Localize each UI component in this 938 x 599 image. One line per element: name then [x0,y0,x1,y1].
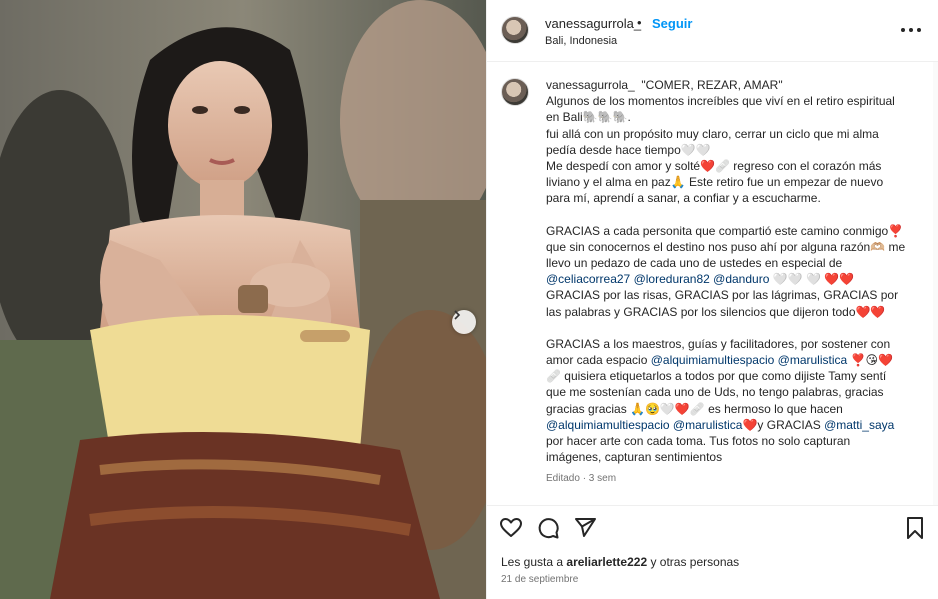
chevron-right-icon [454,310,461,320]
caption-line-3: fui allá con un propósito muy claro, cer… [546,126,879,157]
separator-dot: • [637,15,642,30]
mention-link[interactable]: @danduro [713,272,769,286]
follow-button[interactable]: Seguir [652,16,692,31]
mention-link[interactable]: @celiacorrea27 [546,272,630,286]
caption-paragraph-4: GRACIAS a los maestros, guías y facilita… [546,336,895,465]
caption-line-2: Algunos de los momentos increíbles que v… [546,94,895,125]
post-location[interactable]: Bali, Indonesia [545,35,617,47]
next-image-button[interactable] [452,310,476,334]
caption-meta: Editado · 3 sem [546,473,617,485]
comment-icon[interactable] [536,516,560,540]
scrollbar[interactable] [933,62,938,505]
liked-by-user[interactable]: areliarlette222 [566,555,647,569]
post-header: vanessagurrola_ • Seguir Bali, Indonesia [487,0,938,62]
caption-line-1: "COMER, REZAR, AMAR" [641,78,783,92]
likes-summary[interactable]: Les gusta a areliarlette222 y otras pers… [501,555,739,569]
post-caption: vanessagurrola_ "COMER, REZAR, AMAR" Alg… [546,77,906,488]
heart-icon[interactable] [499,516,523,540]
caption-paragraph-2: GRACIAS a cada personita que compartió e… [546,223,906,287]
post-photo[interactable] [0,0,486,599]
more-horizontal-icon[interactable] [901,22,921,38]
post-side-panel: vanessagurrola_ • Seguir Bali, Indonesia… [486,0,938,599]
author-avatar[interactable] [501,16,529,44]
author-username[interactable]: vanessagurrola_ [545,16,641,31]
mention-link[interactable]: @loreduran82 [634,272,710,286]
photo-illustration [0,0,486,599]
mention-link[interactable]: @alquimiamultiespacio [651,353,775,367]
post-actions: Les gusta a areliarlette222 y otras pers… [487,505,938,599]
mention-link[interactable]: @matti_saya [824,418,894,432]
mention-link[interactable]: @alquimiamultiespacio [546,418,670,432]
mention-link[interactable]: @marulistica [673,418,743,432]
post-date[interactable]: 21 de septiembre [501,574,578,585]
caption-username[interactable]: vanessagurrola_ [546,78,635,92]
caption-author-avatar[interactable] [501,78,529,106]
comments-scroll-area[interactable]: vanessagurrola_ "COMER, REZAR, AMAR" Alg… [487,62,933,505]
mention-link[interactable]: @marulistica [778,353,848,367]
caption-paragraph-3: GRACIAS por las risas, GRACIAS por las l… [546,288,899,319]
bookmark-icon[interactable] [903,516,927,540]
share-icon[interactable] [573,516,597,540]
caption-line-4: Me despedí con amor y solté❤️🩹 regreso c… [546,159,884,206]
